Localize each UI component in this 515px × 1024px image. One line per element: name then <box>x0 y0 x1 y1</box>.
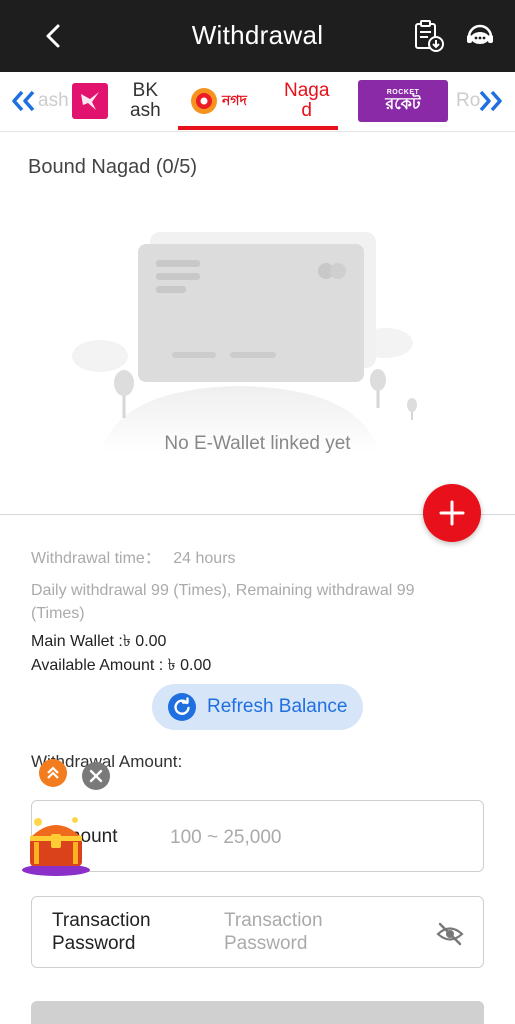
tabs-scroll-left-button[interactable] <box>8 86 38 116</box>
refresh-balance-button[interactable]: Refresh Balance <box>152 684 363 730</box>
customer-service-icon <box>467 24 493 44</box>
double-chevron-left-icon <box>12 90 35 112</box>
close-icon <box>89 769 103 783</box>
toggle-password-visibility[interactable] <box>435 919 465 949</box>
close-floating-button[interactable] <box>82 762 110 790</box>
nagad-emblem-icon <box>191 88 217 114</box>
available-amount: Available Amount : ৳ 0.00 <box>31 657 212 674</box>
refresh-balance-label: Refresh Balance <box>207 696 348 717</box>
double-chevron-up-icon <box>47 766 59 779</box>
eye-off-icon <box>436 922 464 946</box>
amount-input[interactable] <box>170 825 460 851</box>
tab-nagad[interactable]: নগদ Naga d <box>188 72 329 130</box>
rocket-logo-main: রকেট <box>385 95 421 113</box>
bound-wallets-title: Bound Nagad (0/5) <box>28 156 198 178</box>
tab-bkash[interactable]: ash BK ash <box>38 72 161 130</box>
customer-service-button[interactable] <box>462 18 498 54</box>
nagad-logo-text: নগদ <box>222 92 247 108</box>
empty-state-text: No E-Wallet linked yet <box>164 433 351 454</box>
plus-icon <box>439 500 465 526</box>
empty-wallet-illustration <box>72 232 417 453</box>
tabs-scroll-right-button[interactable] <box>476 86 506 116</box>
tab-nagad-label: Naga d <box>284 80 330 121</box>
active-tab-indicator <box>178 126 338 130</box>
daily-withdrawal-line1: Daily withdrawal 99 (Times), Remaining w… <box>31 582 415 599</box>
bkash-logo <box>72 83 108 119</box>
bird-icon <box>81 92 99 110</box>
withdrawal-time-row: Withdrawal time： 24 hours <box>31 544 236 568</box>
withdrawal-record-button[interactable] <box>410 18 446 54</box>
double-chevron-right-icon <box>479 90 502 112</box>
tab-bkash-label: BK ash <box>130 80 161 121</box>
nagad-logo: নগদ <box>188 85 260 117</box>
treasure-chest-icon[interactable] <box>20 806 92 878</box>
refresh-icon <box>168 693 196 721</box>
clipboard-download-icon <box>415 20 444 52</box>
amount-field: Amount <box>31 800 484 872</box>
back-button[interactable] <box>38 20 70 52</box>
password-field: Transaction Password <box>31 896 484 968</box>
chevron-left-icon <box>46 24 60 48</box>
tab-bkash-partial-label: ash <box>38 90 69 111</box>
submit-button[interactable] <box>31 1001 484 1024</box>
daily-withdrawal-line2: (Times) <box>31 605 85 622</box>
refresh-arrow-icon <box>174 697 190 715</box>
rocket-logo-top: ROCKET <box>386 88 420 96</box>
add-wallet-button[interactable] <box>423 484 481 542</box>
withdrawal-time-label: Withdrawal time： <box>31 550 161 567</box>
withdrawal-time-value: 24 hours <box>173 550 236 567</box>
tab-rocket[interactable]: ROCKET রকেট Ro <box>358 72 480 130</box>
password-field-label: Transaction Password <box>52 910 151 954</box>
scroll-to-top-button[interactable] <box>39 759 67 787</box>
password-input[interactable] <box>224 909 424 957</box>
payment-method-tabs: ash BK ash নগদ Naga d ROCKET রকেট Ro <box>0 72 515 132</box>
app-header: Withdrawal <box>0 0 515 72</box>
rocket-logo: ROCKET রকেট <box>358 80 448 122</box>
main-wallet-balance: Main Wallet :৳ 0.00 <box>31 633 167 650</box>
